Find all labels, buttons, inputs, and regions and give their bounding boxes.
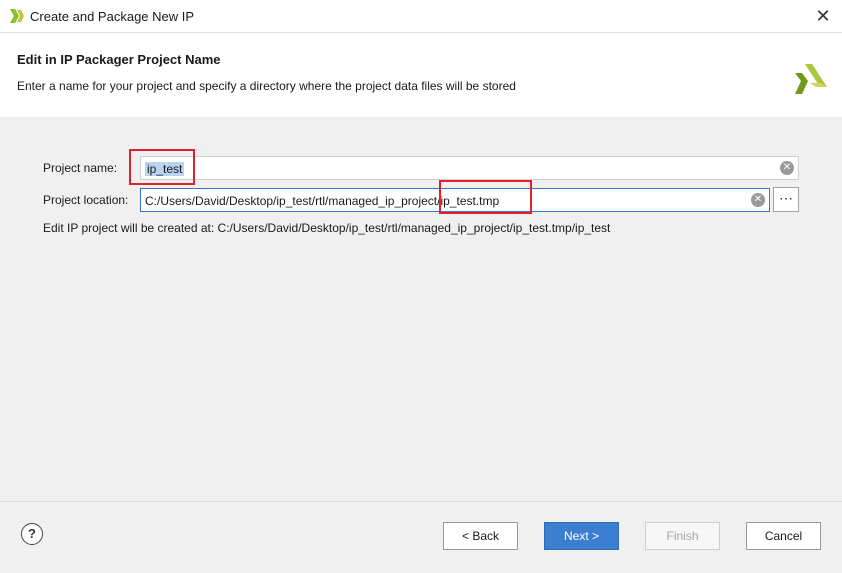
project-name-input[interactable]: ip_test ✕	[140, 156, 799, 180]
finish-button[interactable]: Finish	[645, 522, 720, 550]
clear-project-name-icon[interactable]: ✕	[780, 161, 794, 175]
brand-logo-icon	[795, 64, 827, 94]
page-description: Enter a name for your project and specif…	[17, 79, 516, 93]
project-location-input[interactable]: C:/Users/David/Desktop/ip_test/rtl/manag…	[140, 188, 770, 212]
app-logo-icon	[10, 9, 24, 23]
back-button[interactable]: < Back	[443, 522, 518, 550]
close-icon[interactable]: ✕	[812, 5, 834, 27]
clear-project-location-icon[interactable]: ✕	[751, 193, 765, 207]
project-path-info: Edit IP project will be created at: C:/U…	[43, 221, 611, 235]
browse-button[interactable]: ⋯	[773, 187, 799, 212]
wizard-header	[0, 33, 842, 117]
project-name-label: Project name:	[43, 161, 118, 175]
project-location-value: C:/Users/David/Desktop/ip_test/rtl/manag…	[145, 194, 500, 208]
page-title: Edit in IP Packager Project Name	[17, 52, 221, 67]
help-button[interactable]: ?	[21, 523, 43, 545]
project-name-value: ip_test	[145, 162, 185, 176]
cancel-button[interactable]: Cancel	[746, 522, 821, 550]
window-title: Create and Package New IP	[30, 9, 195, 24]
next-button[interactable]: Next >	[544, 522, 619, 550]
project-location-label: Project location:	[43, 193, 129, 207]
title-bar: Create and Package New IP ✕	[0, 0, 842, 33]
